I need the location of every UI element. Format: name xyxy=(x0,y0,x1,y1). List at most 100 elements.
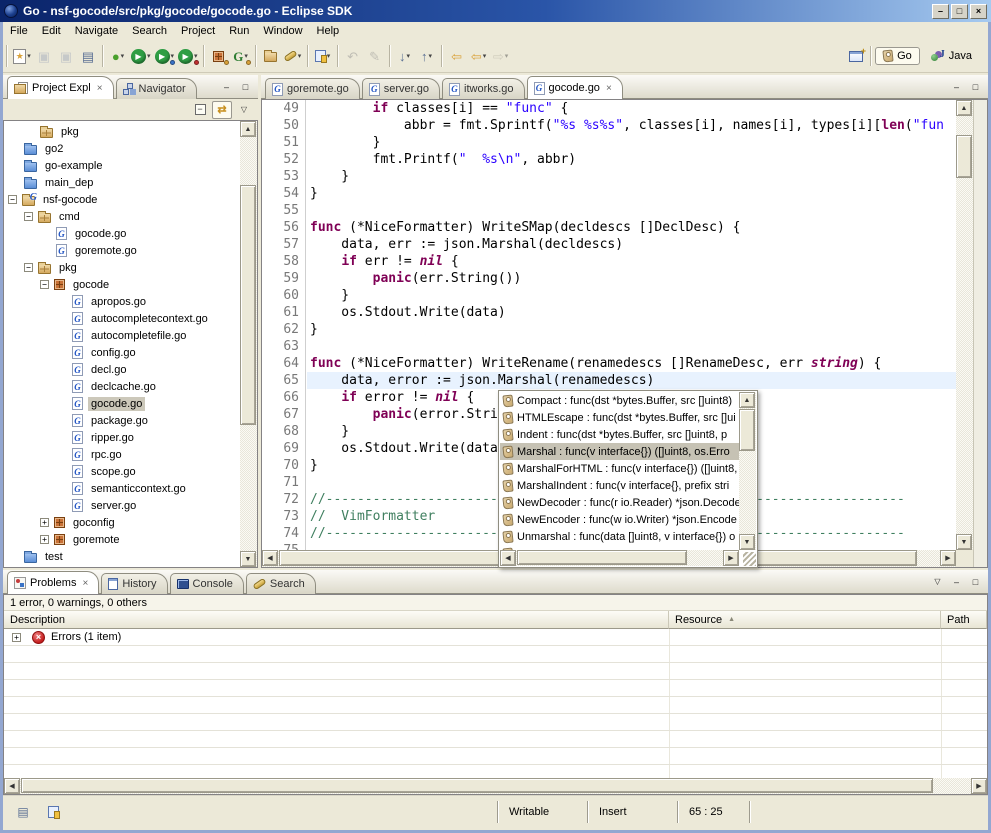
tree-item-server-go[interactable]: server.go xyxy=(4,497,240,514)
tree-item-ripper-go[interactable]: ripper.go xyxy=(4,429,240,446)
link-with-editor-button[interactable]: ⇄ xyxy=(212,101,232,119)
column-header-description[interactable]: Description xyxy=(4,611,669,629)
dropdown-arrow-icon[interactable]: ▾ xyxy=(407,52,411,60)
tree-item-gocode[interactable]: −gocode xyxy=(4,276,240,293)
view-menu-button[interactable]: ▽ xyxy=(234,101,254,119)
tab-console[interactable]: Console xyxy=(170,573,244,594)
scroll-up-button[interactable]: ▲ xyxy=(956,100,972,116)
tree-item-go-example[interactable]: go-example xyxy=(4,157,240,174)
dropdown-arrow-icon[interactable]: ▾ xyxy=(171,52,175,60)
scroll-up-button[interactable]: ▲ xyxy=(240,121,256,137)
open-perspective-button[interactable] xyxy=(845,45,867,67)
tree-item-gocode-go[interactable]: gocode.go xyxy=(4,225,240,242)
completion-item[interactable]: Unmarshal : func(data []uint8, v interfa… xyxy=(500,528,739,545)
tree-item-nsf-gocode[interactable]: −nsf-gocode xyxy=(4,191,240,208)
expander-collapsed-icon[interactable]: + xyxy=(12,633,21,642)
scroll-down-button[interactable]: ▼ xyxy=(739,534,755,550)
perspective-java-button[interactable]: Java xyxy=(923,47,980,65)
expander-collapsed-icon[interactable]: + xyxy=(40,535,49,544)
tree-item-cmd[interactable]: −cmd xyxy=(4,208,240,225)
editor-vertical-scrollbar[interactable]: ▲ ▼ xyxy=(956,100,973,550)
column-header-path[interactable]: Path xyxy=(941,611,987,629)
scrollbar-thumb[interactable] xyxy=(240,185,256,425)
search-button[interactable]: ▾ xyxy=(282,45,304,67)
tab-project-expl[interactable]: Project Expl× xyxy=(7,76,114,99)
menu-file[interactable]: File xyxy=(3,23,35,39)
column-header-resource[interactable]: Resource▲ xyxy=(669,611,941,629)
scroll-down-button[interactable]: ▼ xyxy=(240,551,256,567)
completion-item[interactable]: NewDecoder : func(r io.Reader) *json.Dec… xyxy=(500,494,739,511)
tree-item-gocode-go[interactable]: gocode.go xyxy=(4,395,240,412)
tree-item-go2[interactable]: go2 xyxy=(4,140,240,157)
dropdown-arrow-icon[interactable]: ▾ xyxy=(298,52,302,60)
tree-vertical-scrollbar[interactable]: ▲ ▼ xyxy=(240,121,257,567)
popup-horizontal-scrollbar[interactable]: ◀ ▶ xyxy=(500,550,739,566)
tree-item-config-go[interactable]: config.go xyxy=(4,344,240,361)
dropdown-arrow-icon[interactable]: ▾ xyxy=(194,52,198,60)
snippet-button[interactable]: ▾ xyxy=(312,45,334,67)
maximize-view-button[interactable]: □ xyxy=(237,79,254,94)
tab-gocode-go[interactable]: gocode.go× xyxy=(527,76,623,99)
scrollbar-thumb[interactable] xyxy=(21,778,933,793)
close-button[interactable]: × xyxy=(970,4,987,19)
tree-item-autocompletecontext-go[interactable]: autocompletecontext.go xyxy=(4,310,240,327)
minimize-button[interactable]: – xyxy=(932,4,949,19)
menu-edit[interactable]: Edit xyxy=(35,23,68,39)
minimize-view-button[interactable]: – xyxy=(948,79,965,94)
expander-expanded-icon[interactable]: − xyxy=(24,212,33,221)
tree-item-autocompletefile-go[interactable]: autocompletefile.go xyxy=(4,327,240,344)
resize-grip[interactable] xyxy=(743,552,756,566)
scrollbar-thumb[interactable] xyxy=(739,409,755,451)
scroll-down-button[interactable]: ▼ xyxy=(956,534,972,550)
new-package-button[interactable] xyxy=(208,45,230,67)
new-wizard-mini-button[interactable]: ▤ xyxy=(13,803,33,821)
close-icon[interactable]: × xyxy=(606,83,612,94)
dropdown-arrow-icon[interactable]: ▾ xyxy=(147,52,151,60)
scroll-right-button[interactable]: ▶ xyxy=(723,550,739,566)
problem-row[interactable]: +Errors (1 item) xyxy=(4,629,987,646)
dropdown-arrow-icon[interactable]: ▾ xyxy=(429,52,433,60)
new-wizard-button[interactable]: ★▾ xyxy=(11,45,33,67)
menu-window[interactable]: Window xyxy=(256,23,309,39)
menu-navigate[interactable]: Navigate xyxy=(68,23,125,39)
completion-item[interactable]: Marshal : func(v interface{}) ([]uint8, … xyxy=(500,443,739,460)
external-tools-button[interactable]: ▶▾ xyxy=(176,45,200,67)
debug-button[interactable]: ●▾ xyxy=(107,45,129,67)
run-button[interactable]: ▶▾ xyxy=(129,45,153,67)
popup-vertical-scrollbar[interactable]: ▲ ▼ xyxy=(739,392,756,550)
tree-item-goremote[interactable]: +goremote xyxy=(4,531,240,548)
tree-item-pkg[interactable]: −pkg xyxy=(4,259,240,276)
dropdown-arrow-icon[interactable]: ▾ xyxy=(505,52,509,60)
back-to-last-edit-button[interactable]: ⇦ xyxy=(446,45,468,67)
scroll-right-button[interactable]: ▶ xyxy=(940,550,956,566)
completion-item[interactable]: Indent : func(dst *bytes.Buffer, src []u… xyxy=(500,426,739,443)
last-edit-location-button[interactable]: ↓▾ xyxy=(394,45,416,67)
completion-item[interactable]: MarshalForHTML : func(v interface{}) ([]… xyxy=(500,460,739,477)
minimize-view-button[interactable]: – xyxy=(218,79,235,94)
snippet-mini-button[interactable] xyxy=(43,803,63,821)
expander-expanded-icon[interactable]: − xyxy=(40,280,49,289)
scrollbar-thumb[interactable] xyxy=(517,550,687,565)
dropdown-arrow-icon[interactable]: ▾ xyxy=(327,52,331,60)
maximize-button[interactable]: □ xyxy=(951,4,968,19)
perspective-go-button[interactable]: Go xyxy=(875,47,920,65)
dropdown-arrow-icon[interactable]: ▾ xyxy=(27,52,31,60)
scroll-up-button[interactable]: ▲ xyxy=(739,392,755,408)
tab-itworks-go[interactable]: itworks.go xyxy=(442,78,525,99)
tree-item-goconfig[interactable]: +goconfig xyxy=(4,514,240,531)
expander-expanded-icon[interactable]: − xyxy=(8,195,17,204)
tree-item-declcache-go[interactable]: declcache.go xyxy=(4,378,240,395)
tree-item-main-dep[interactable]: main_dep xyxy=(4,174,240,191)
tree-item-scope-go[interactable]: scope.go xyxy=(4,463,240,480)
tab-problems[interactable]: Problems× xyxy=(7,571,99,594)
scrollbar-thumb[interactable] xyxy=(956,135,972,178)
completion-item[interactable]: NewEncoder : func(w io.Writer) *json.Enc… xyxy=(500,511,739,528)
dropdown-arrow-icon[interactable]: ▾ xyxy=(121,52,125,60)
menu-project[interactable]: Project xyxy=(174,23,222,39)
dropdown-arrow-icon[interactable]: ▾ xyxy=(244,52,248,60)
new-class-button[interactable]: G▾ xyxy=(230,45,252,67)
tree-item-test[interactable]: test xyxy=(4,548,240,565)
tree-item-semanticcontext-go[interactable]: semanticcontext.go xyxy=(4,480,240,497)
dropdown-arrow-icon[interactable]: ▾ xyxy=(483,52,487,60)
tree-item-goremote-go[interactable]: goremote.go xyxy=(4,242,240,259)
